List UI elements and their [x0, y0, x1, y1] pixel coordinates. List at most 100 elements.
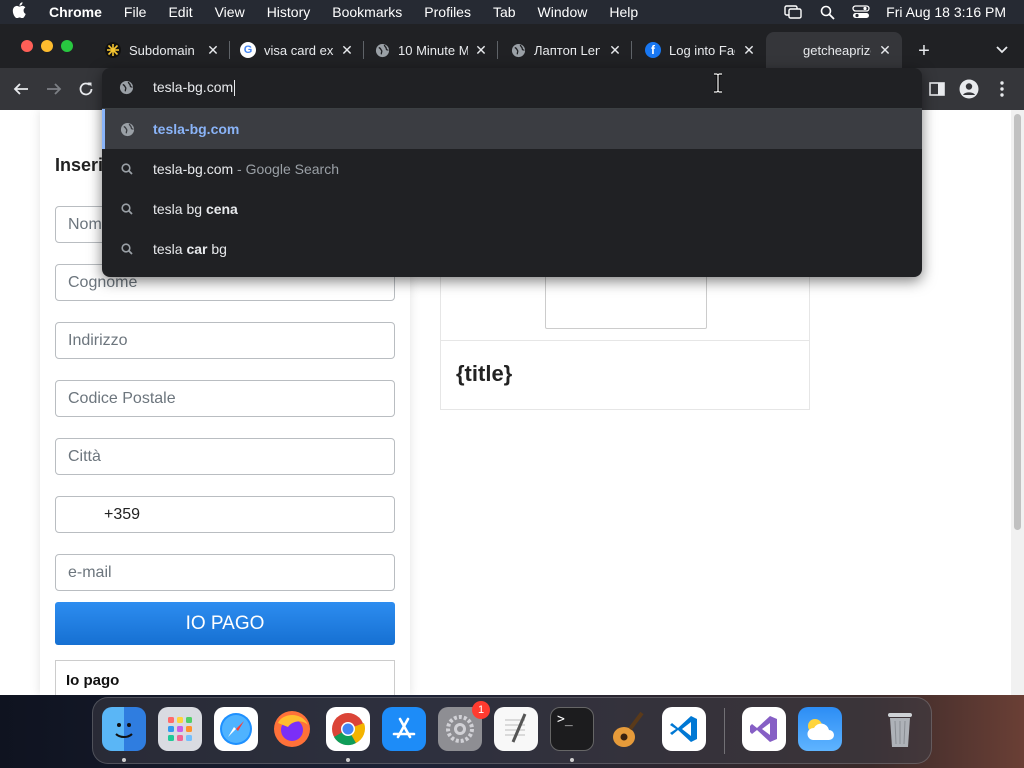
tab-close-icon[interactable]: ✕ — [204, 41, 222, 59]
menu-view[interactable]: View — [204, 0, 256, 24]
search-icon — [119, 161, 135, 177]
card-divider — [441, 340, 809, 341]
chrome-icon[interactable] — [326, 707, 370, 751]
trash-icon[interactable] — [878, 707, 922, 751]
tab-close-icon[interactable]: ✕ — [472, 41, 490, 59]
launchpad-icon[interactable] — [158, 707, 202, 751]
dock-separator — [724, 708, 725, 754]
omnibox-typed-text: tesla-bg.com — [153, 79, 234, 95]
reload-icon[interactable] — [74, 77, 98, 101]
facebook-icon: f — [645, 42, 661, 58]
payment-option-box[interactable]: Io pago — [55, 660, 395, 695]
globe-icon — [374, 42, 390, 58]
payment-option-label: Io pago — [66, 672, 120, 689]
email-input[interactable]: e-mail — [55, 554, 395, 591]
chevron-down-icon[interactable] — [990, 41, 1014, 61]
textedit-icon[interactable] — [494, 707, 538, 751]
google-icon: G — [240, 42, 256, 58]
tab-subdomain[interactable]: Subdomain F ✕ — [96, 32, 230, 68]
tab-title: visa card exa — [264, 42, 334, 58]
address-input[interactable]: Indirizzo — [55, 322, 395, 359]
back-arrow-icon[interactable] — [9, 77, 33, 101]
tab-getcheaprize[interactable]: getcheaprize ✕ — [766, 32, 902, 68]
pay-button[interactable]: IO PAGO — [55, 602, 395, 645]
suggestion-completion: cena — [205, 201, 238, 217]
suggestion-query: tesla-bg.com — [153, 161, 234, 177]
window-close-button[interactable] — [21, 40, 33, 52]
spotlight-search-icon[interactable] — [810, 0, 844, 24]
tab-close-icon[interactable]: ✕ — [606, 41, 624, 59]
window-minimize-button[interactable] — [41, 40, 53, 52]
menu-clock[interactable]: Fri Aug 18 3:16 PM — [878, 4, 1024, 20]
tab-close-icon[interactable]: ✕ — [338, 41, 356, 59]
omnibox-dropdown: tesla-bg.com tesla-bg.com tesla-bg.com -… — [102, 68, 922, 277]
tab-title: getcheaprize — [803, 42, 871, 58]
globe-icon — [119, 121, 135, 137]
phone-input[interactable]: +359 — [55, 496, 395, 533]
suggestion-prefix: tesla — [153, 241, 187, 257]
city-input[interactable]: Città — [55, 438, 395, 475]
tab-facebook-login[interactable]: f Log into Face ✕ — [632, 32, 766, 68]
system-settings-icon[interactable]: 1 — [438, 701, 490, 751]
screen-mirroring-icon[interactable] — [776, 0, 810, 24]
menu-file[interactable]: File — [113, 0, 158, 24]
suggestion-text: tesla-bg.com — [153, 121, 240, 137]
new-tab-icon[interactable]: + — [912, 39, 936, 63]
globe-icon — [119, 80, 134, 100]
search-icon — [119, 201, 135, 217]
tab-title: Log into Face — [669, 42, 735, 58]
suggestion-suffix: bg — [207, 241, 227, 257]
running-indicator — [122, 758, 126, 762]
garageband-icon[interactable] — [606, 707, 650, 751]
tab-strip: Subdomain F ✕ G visa card exa ✕ 10 Minut… — [0, 24, 1024, 68]
tab-close-icon[interactable]: ✕ — [740, 41, 758, 59]
forward-arrow-icon[interactable] — [42, 77, 66, 101]
menu-tab[interactable]: Tab — [482, 0, 527, 24]
scrollbar-thumb[interactable] — [1014, 114, 1021, 530]
product-title: {title} — [456, 361, 513, 386]
suggestion-prefix: tesla bg — [153, 201, 206, 217]
text-cursor-icon — [712, 72, 724, 94]
apple-menu-icon[interactable] — [0, 2, 38, 22]
suggestion-source: - Google Search — [233, 161, 339, 177]
suggestion-item[interactable]: tesla car bg — [102, 229, 922, 269]
menu-window[interactable]: Window — [527, 0, 599, 24]
suggestion-completion: car — [186, 241, 208, 257]
window-zoom-button[interactable] — [61, 40, 73, 52]
kebab-menu-icon[interactable] — [990, 77, 1014, 101]
app-store-icon[interactable] — [382, 707, 426, 751]
terminal-icon[interactable]: >_ — [550, 707, 594, 751]
tab-10-minute-mail[interactable]: 10 Minute Ma ✕ — [364, 32, 498, 68]
globe-icon — [510, 42, 526, 58]
finder-icon[interactable] — [102, 707, 146, 751]
weather-icon[interactable] — [798, 707, 842, 751]
menu-edit[interactable]: Edit — [157, 0, 203, 24]
menu-history[interactable]: History — [256, 0, 322, 24]
postal-code-input[interactable]: Codice Postale — [55, 380, 395, 417]
tab-title: Subdomain F — [129, 42, 197, 58]
control-center-icon[interactable] — [844, 0, 878, 24]
tab-visa-card[interactable]: G visa card exa ✕ — [230, 32, 364, 68]
tab-title: Лаптоп Lenov — [534, 42, 600, 58]
tab-close-icon[interactable]: ✕ — [876, 41, 894, 59]
side-panel-icon[interactable] — [925, 77, 949, 101]
suggestion-item[interactable]: tesla-bg.com — [102, 109, 922, 149]
menu-profiles[interactable]: Profiles — [413, 0, 482, 24]
vscode-icon[interactable] — [662, 707, 706, 751]
menu-bookmarks[interactable]: Bookmarks — [321, 0, 413, 24]
suggestion-item[interactable]: tesla bg cena — [102, 189, 922, 229]
firefox-icon[interactable] — [270, 707, 314, 751]
profile-avatar-icon[interactable] — [957, 77, 981, 101]
page-scrollbar[interactable] — [1011, 110, 1024, 695]
subdomain-icon — [105, 42, 121, 58]
safari-icon[interactable] — [214, 707, 258, 751]
notification-badge: 1 — [472, 701, 490, 719]
omnibox-input[interactable]: tesla-bg.com — [102, 68, 922, 108]
menu-help[interactable]: Help — [598, 0, 649, 24]
running-indicator — [570, 758, 574, 762]
suggestion-item[interactable]: tesla-bg.com - Google Search — [102, 149, 922, 189]
tab-lenovo-laptop[interactable]: Лаптоп Lenov ✕ — [498, 32, 632, 68]
visual-studio-icon[interactable] — [742, 707, 786, 751]
omnibox-text: tesla-bg.com — [153, 79, 236, 97]
menu-app-name[interactable]: Chrome — [38, 0, 113, 24]
